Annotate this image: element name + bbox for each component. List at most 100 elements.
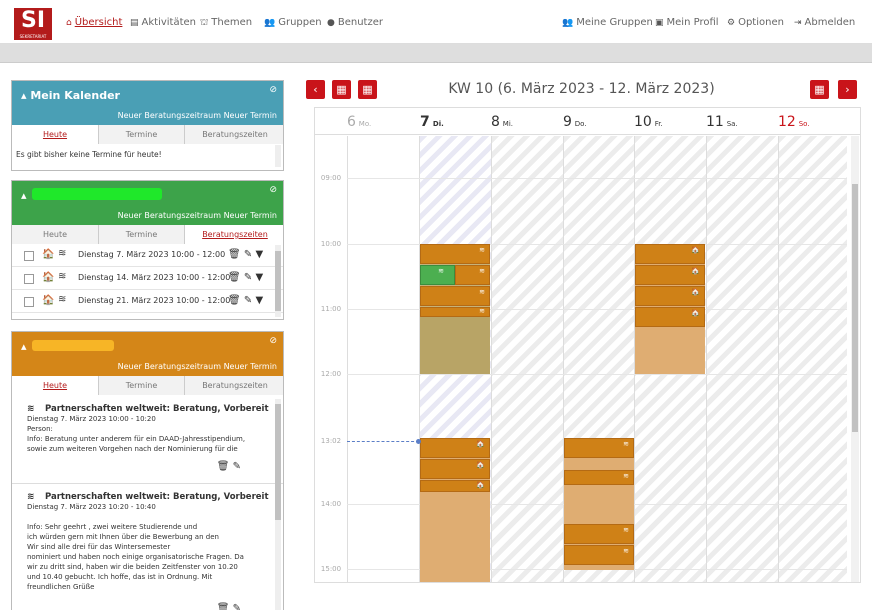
edit-icon[interactable]: ✎	[244, 295, 252, 306]
hide-icon[interactable]: ⊘	[269, 336, 277, 346]
hour-label: 10:00	[320, 240, 342, 248]
scrollbar[interactable]	[275, 399, 281, 610]
panel-actions[interactable]: Neuer Beratungszeitraum Neuer Termin	[118, 211, 277, 220]
panel-title[interactable]: ▴ Mein Kalender	[21, 89, 120, 102]
scrollbar[interactable]	[275, 245, 281, 317]
calendar-scrollbar[interactable]	[851, 136, 859, 582]
calendar-event[interactable]: ≋	[420, 307, 490, 317]
top-navbar: SI SEKRETARIAT ⌂ Übersicht ▤ Aktivitäten ⛫ T…	[0, 0, 872, 44]
nav-aktivitaeten[interactable]: ▤ Aktivitäten	[130, 17, 196, 28]
trash-icon[interactable]: 🗑	[228, 272, 241, 283]
calendar-event[interactable]: 🏠	[635, 265, 705, 285]
edit-icon[interactable]: ✎	[233, 603, 241, 610]
appointment-title[interactable]: ≋ Partnerschaften weltweit: Beratung, Vor…	[27, 492, 269, 502]
row-checkbox[interactable]	[24, 297, 34, 307]
tab-termine[interactable]: Termine	[98, 376, 184, 395]
calendar-event[interactable]: ≋	[564, 545, 634, 565]
calendar-event-selected[interactable]: ≋	[420, 265, 455, 285]
calendar-view-icon[interactable]: ▦	[810, 80, 829, 99]
trash-icon[interactable]: 🗑	[217, 461, 230, 472]
row-date: Dienstag 7. März 2023 10:00 - 12:00	[78, 250, 226, 259]
panel-title[interactable]: ▴	[21, 189, 27, 202]
nav-themen[interactable]: ⛫ Themen	[200, 17, 252, 29]
wifi-icon: ≋	[438, 267, 444, 275]
scrollbar[interactable]	[275, 145, 281, 167]
calendar-event[interactable]: ≋	[564, 470, 634, 485]
nav-uebersicht[interactable]: ⌂ Übersicht	[66, 17, 122, 28]
nav-mein-profil[interactable]: ▣ Mein Profil	[655, 17, 719, 28]
calendar-event[interactable]: ≋	[455, 265, 490, 285]
calendar-event[interactable]: 🏠	[635, 286, 705, 306]
hour-label: 14:00	[320, 500, 342, 508]
list-icon: ▤	[130, 18, 139, 28]
building-icon: 🏠	[42, 249, 55, 260]
day-header[interactable]: 10 Fr.	[634, 114, 663, 130]
day-header[interactable]: 9 Do.	[563, 114, 587, 130]
calendar-event[interactable]: ≋	[420, 244, 490, 264]
panel-group-orange: ▴ ⊘ Neuer Beratungszeitraum Neuer Termin…	[11, 331, 284, 610]
day-column[interactable]	[491, 136, 563, 582]
sub-bar	[0, 44, 872, 63]
consultation-period[interactable]	[420, 314, 490, 374]
calendar-event[interactable]: ≋	[420, 286, 490, 306]
tab-beratungszeiten[interactable]: Beratungszeiten	[184, 376, 283, 395]
hide-icon[interactable]: ⊘	[269, 185, 277, 195]
nav-optionen[interactable]: ⚙ Optionen	[727, 17, 784, 28]
app-logo[interactable]: SI SEKRETARIAT	[14, 8, 52, 40]
hide-icon[interactable]: ⊘	[269, 85, 277, 95]
users-icon: 👥	[264, 18, 276, 28]
appointment-info: sowie zum weiteren Vorgehen nach der Nom…	[27, 445, 238, 453]
tab-beratungszeiten[interactable]: Beratungszeiten	[184, 125, 283, 144]
row-checkbox[interactable]	[24, 251, 34, 261]
calendar-event[interactable]: ≋	[564, 524, 634, 544]
sitemap-icon: ⛫	[200, 18, 209, 28]
panel-title[interactable]: ▴	[21, 340, 27, 353]
caret-down-icon[interactable]: ▼	[255, 249, 263, 260]
panel-header: ▴ Mein Kalender ⊘ Neuer Beratungszeitrau…	[12, 81, 283, 125]
edit-icon[interactable]: ✎	[244, 249, 252, 260]
calendar-event[interactable]: 🏠	[420, 480, 490, 492]
day-header[interactable]: 11 Sa.	[706, 114, 738, 130]
tab-termine[interactable]: Termine	[98, 125, 184, 144]
row-checkbox[interactable]	[24, 274, 34, 284]
nav-benutzer[interactable]: ● Benutzer	[327, 17, 383, 28]
day-header-sunday[interactable]: 12 So.	[778, 114, 810, 130]
next-week-button[interactable]: ›	[838, 80, 857, 99]
tab-heute[interactable]: Heute	[12, 125, 98, 144]
panel-actions[interactable]: Neuer Beratungszeitraum Neuer Termin	[118, 362, 277, 371]
nav-meine-gruppen[interactable]: 👥 Meine Gruppen	[562, 17, 653, 28]
nav-gruppen[interactable]: 👥 Gruppen	[264, 17, 322, 28]
calendar-event[interactable]: ≋	[564, 438, 634, 458]
trash-icon[interactable]: 🗑	[217, 603, 230, 610]
caret-down-icon[interactable]: ▼	[255, 272, 263, 283]
calendar-event[interactable]: 🏠	[420, 459, 490, 479]
edit-icon[interactable]: ✎	[244, 272, 252, 283]
day-header[interactable]: 6 Mo.	[347, 114, 371, 130]
day-column[interactable]	[347, 136, 419, 582]
current-time-line	[347, 441, 419, 442]
calendar-event[interactable]: 🏠	[635, 307, 705, 327]
day-column[interactable]	[778, 136, 847, 582]
panel-group-green: ▴ ⊘ Neuer Beratungszeitraum Neuer Termin…	[11, 180, 284, 320]
day-header[interactable]: 8 Mi.	[491, 114, 513, 130]
wifi-icon: ≋	[27, 404, 35, 414]
day-column[interactable]	[706, 136, 778, 582]
nav-abmelden[interactable]: ⇥ Abmelden	[794, 17, 855, 28]
appointment-time: Dienstag 7. März 2023 10:00 - 10:20	[27, 415, 156, 423]
tab-heute[interactable]: Heute	[12, 225, 98, 244]
calendar-event[interactable]: 🏠	[420, 438, 490, 458]
calendar-event[interactable]: 🏠	[635, 244, 705, 264]
edit-icon[interactable]: ✎	[233, 461, 241, 472]
appointment-title[interactable]: ≋ Partnerschaften weltweit: Beratung, Vor…	[27, 404, 269, 414]
panel-actions[interactable]: Neuer Beratungszeitraum Neuer Termin	[118, 111, 277, 120]
day-header-today[interactable]: 7 Di.	[420, 114, 444, 130]
trash-icon[interactable]: 🗑	[228, 295, 241, 306]
panel-header: ▴ ⊘ Neuer Beratungszeitraum Neuer Termin	[12, 332, 283, 376]
tab-termine[interactable]: Termine	[98, 225, 184, 244]
appointment-person: Person:	[27, 425, 53, 433]
tab-heute[interactable]: Heute	[12, 376, 98, 395]
scrollbar-thumb[interactable]	[852, 184, 858, 432]
tab-beratungszeiten[interactable]: Beratungszeiten	[184, 225, 283, 244]
trash-icon[interactable]: 🗑	[228, 249, 241, 260]
caret-down-icon[interactable]: ▼	[255, 295, 263, 306]
